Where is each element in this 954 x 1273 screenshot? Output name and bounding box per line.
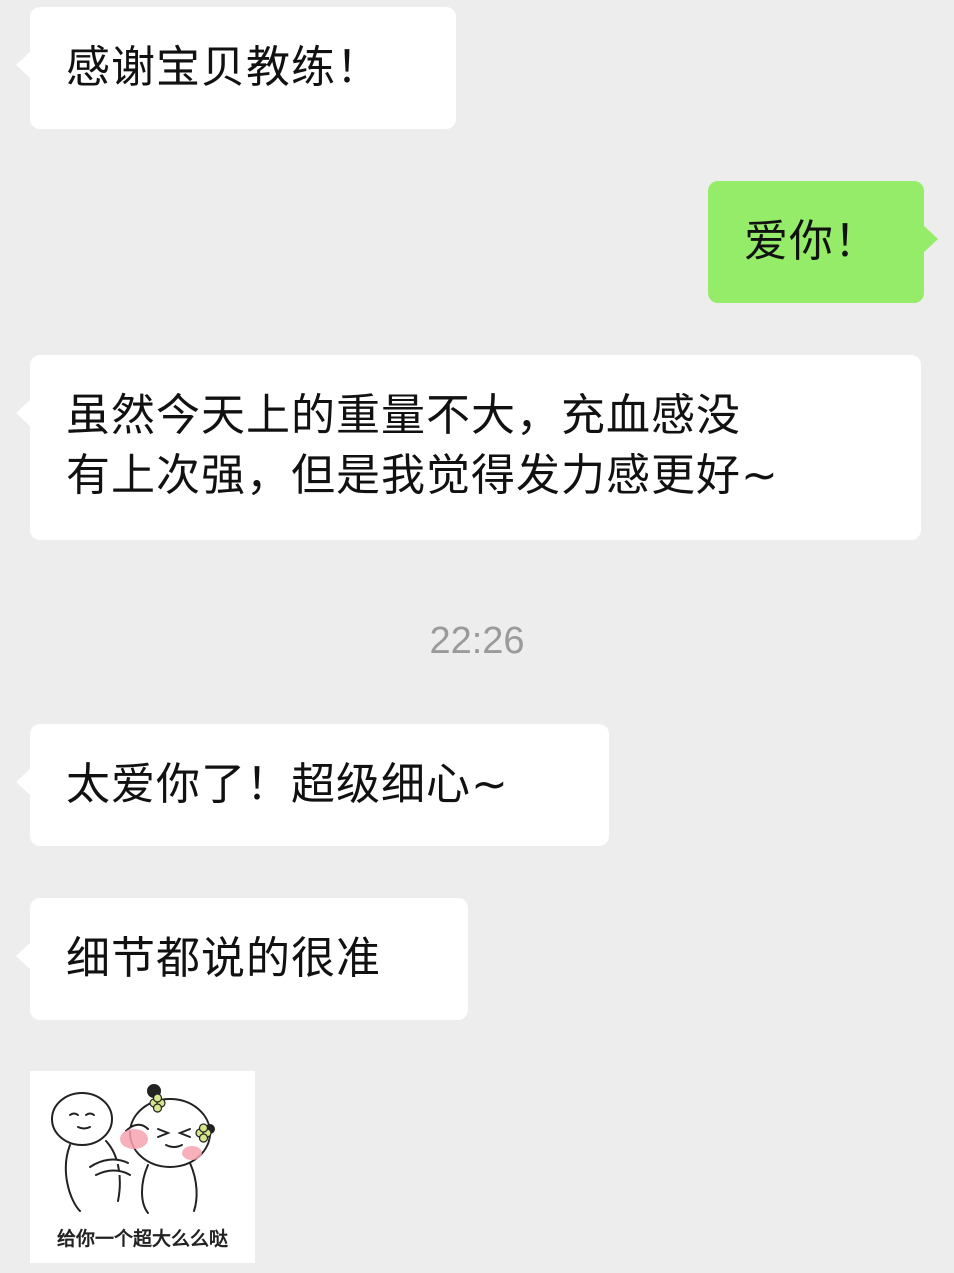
message-bubble-incoming[interactable]: 太爱你了！超级细心~ [16, 724, 609, 846]
message-text: 感谢宝贝教练！ [66, 42, 381, 93]
message-text: 爱你！ [744, 216, 879, 267]
message-text: 虽然今天上的重量不大，充血感没 有上次强，但是我觉得发力感更好~ [66, 390, 779, 501]
message-bubble-incoming[interactable]: 虽然今天上的重量不大，充血感没 有上次强，但是我觉得发力感更好~ [16, 355, 921, 540]
message-timestamp: 22:26 [429, 620, 525, 662]
message-text: 太爱你了！超级细心~ [66, 759, 509, 810]
message-bubble-incoming[interactable]: 细节都说的很准 [16, 898, 468, 1020]
sticker-caption: 给你一个超大么么哒 [56, 1228, 228, 1250]
message-text: 细节都说的很准 [66, 933, 381, 984]
sticker-message[interactable]: 给你一个超大么么哒 [30, 1071, 255, 1263]
message-bubble-incoming[interactable]: 感谢宝贝教练！ [16, 7, 456, 129]
message-bubble-outgoing[interactable]: 爱你！ [708, 181, 938, 303]
